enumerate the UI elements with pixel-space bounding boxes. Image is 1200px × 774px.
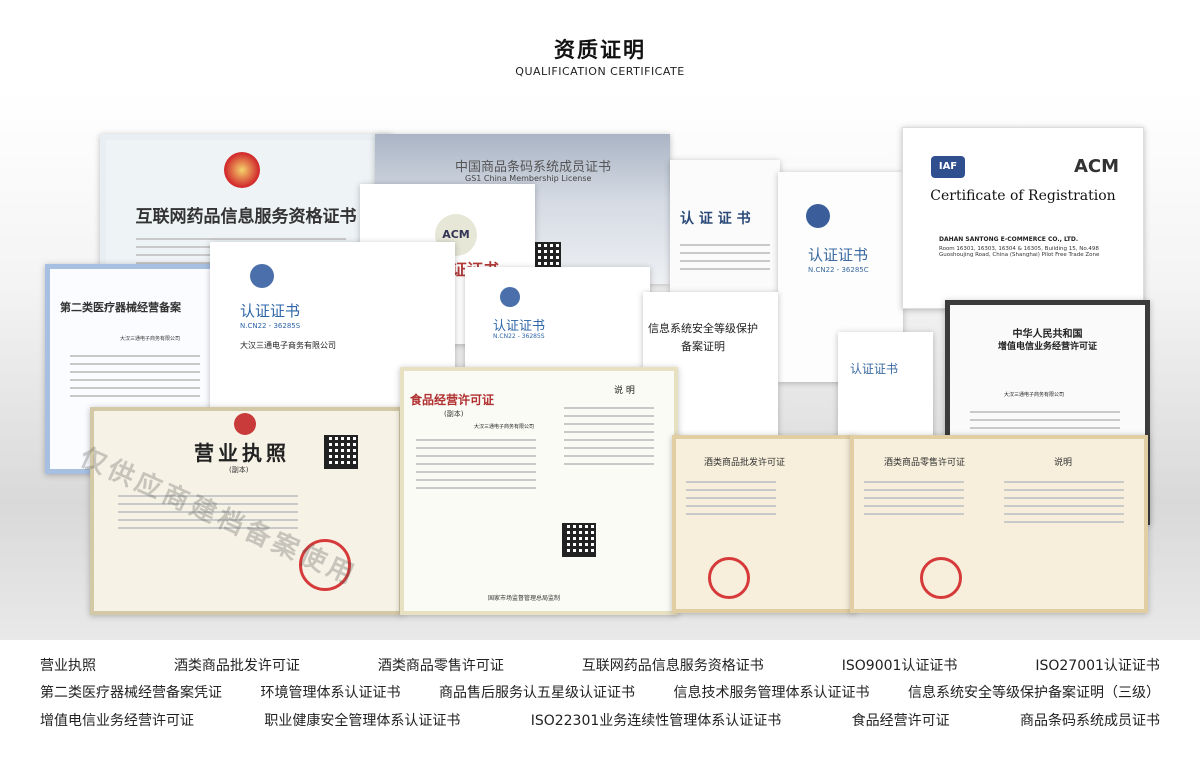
- iaf-registration-certificate: IAF ACM Certificate of Registration DAHA…: [902, 127, 1144, 309]
- label-row: 第二类医疗器械经营备案凭证 环境管理体系认证证书 商品售后服务认五星级认证证书 …: [40, 682, 1160, 702]
- label-item: 信息系统安全等级保护备案证明（三级）: [908, 685, 1160, 701]
- telecom-title-line1: 中华人民共和国: [1012, 329, 1083, 340]
- cert-top-title: 认 证 证 书: [680, 211, 751, 227]
- gs1-subtitle: GS1 China Membership License: [465, 174, 592, 183]
- qr-code-icon: [324, 435, 358, 469]
- gs1-title: 中国商品条码系统成员证书: [455, 160, 612, 175]
- page-subtitle: QUALIFICATION CERTIFICATE: [515, 65, 685, 78]
- food-sub: (副本): [444, 410, 464, 418]
- label-item: 食品经营许可证: [851, 713, 950, 729]
- iaf-title: Certificate of Registration: [930, 188, 1116, 204]
- telecom-company: 大汉三通电子商务有限公司: [1004, 392, 1065, 398]
- label-row: 增值电信业务经营许可证 职业健康安全管理体系认证证书 ISO22301业务连续性…: [40, 710, 1160, 730]
- label-row: 营业执照 酒类商品批发许可证 酒类商品零售许可证 互联网药品信息服务资格证书 I…: [40, 655, 1160, 675]
- label-item: 营业执照: [40, 658, 96, 674]
- liquor-retail-title: 酒类商品零售许可证: [884, 458, 966, 468]
- cert1-company: 大汉三通电子商务有限公司: [240, 341, 336, 350]
- liquor-retail-license: 酒类商品零售许可证 说明: [850, 435, 1148, 613]
- cert-right-title: 认证证书: [808, 246, 869, 264]
- label-item: ISO9001认证证书: [841, 658, 958, 674]
- certificate-collage: 互联网药品信息服务资格证书 中国商品条码系统成员证书 GS1 China Mem…: [0, 92, 1200, 640]
- cert-small-title: 认证证书: [850, 362, 899, 376]
- iaf-company: DAHAN SANTONG E-COMMERCE CO., LTD.: [939, 236, 1079, 243]
- label-item: 互联网药品信息服务资格证书: [581, 658, 764, 674]
- business-sub: (副本): [229, 466, 249, 474]
- internet-drug-title: 互联网药品信息服务资格证书: [135, 207, 357, 227]
- ax-logo-icon: [500, 287, 520, 307]
- national-emblem-icon: [234, 413, 256, 435]
- security-title-line2: 备案证明: [681, 340, 725, 353]
- iaf-logo: IAF: [931, 156, 965, 178]
- label-item: 酒类商品批发许可证: [173, 658, 300, 674]
- label-item: 商品售后服务认五星级认证证书: [439, 685, 635, 701]
- liquor-wholesale-license: 酒类商品批发许可证: [672, 435, 855, 613]
- food-business-license: 食品经营许可证 (副本) 说 明 大汉三通电子商务有限公司 国家市场监督管理总局…: [400, 367, 678, 615]
- label-item: 信息技术服务管理体系认证证书: [673, 685, 870, 701]
- cert1-number: N.CN22 - 36285S: [240, 322, 301, 330]
- label-item: ISO22301业务连续性管理体系认证证书: [530, 713, 782, 729]
- food-note-title: 说 明: [614, 386, 635, 396]
- label-item: 增值电信业务经营许可证: [40, 713, 194, 729]
- telecom-title-line2: 增值电信业务经营许可证: [997, 342, 1097, 352]
- food-company: 大汉三通电子商务有限公司: [474, 424, 535, 430]
- qr-code-icon: [562, 523, 596, 557]
- ax-logo-icon: [806, 204, 830, 228]
- red-seal-stamp: [920, 557, 962, 599]
- liquor-wholesale-title: 酒类商品批发许可证: [704, 458, 786, 468]
- label-item: 第二类医疗器械经营备案凭证: [40, 685, 222, 701]
- label-item: 商品条码系统成员证书: [1019, 713, 1160, 729]
- iaf-address: Room 16301, 16303, 16304 & 16305, Buildi…: [939, 246, 1100, 258]
- cert1-title: 认证证书: [240, 302, 301, 320]
- food-footer: 国家市场监督管理总局监制: [488, 595, 561, 602]
- acm-logo-right: ACM: [1073, 156, 1119, 177]
- emblem-icon: [224, 152, 260, 188]
- security-title-line1: 信息系统安全等级保护: [648, 322, 758, 335]
- cert2-title: 认证证书: [493, 319, 546, 334]
- liquor-retail-note: 说明: [1054, 458, 1073, 468]
- medical-company: 大汉三通电子商务有限公司: [120, 336, 181, 342]
- business-title: 营业执照: [194, 441, 290, 465]
- cert2-number: N.CN22 - 36285S: [493, 333, 545, 340]
- label-item: 酒类商品零售许可证: [377, 658, 504, 674]
- label-item: 职业健康安全管理体系认证证书: [264, 713, 461, 729]
- cert-right-number: N.CN22 - 36285C: [808, 266, 869, 274]
- label-item: 环境管理体系认证证书: [260, 685, 401, 701]
- page-title: 资质证明: [554, 38, 646, 62]
- ax-logo-icon: [250, 264, 274, 288]
- medical-title: 第二类医疗器械经营备案: [60, 301, 181, 314]
- food-title: 食品经营许可证: [410, 393, 495, 407]
- label-item: ISO27001认证证书: [1035, 658, 1160, 674]
- red-seal-stamp: [708, 557, 750, 599]
